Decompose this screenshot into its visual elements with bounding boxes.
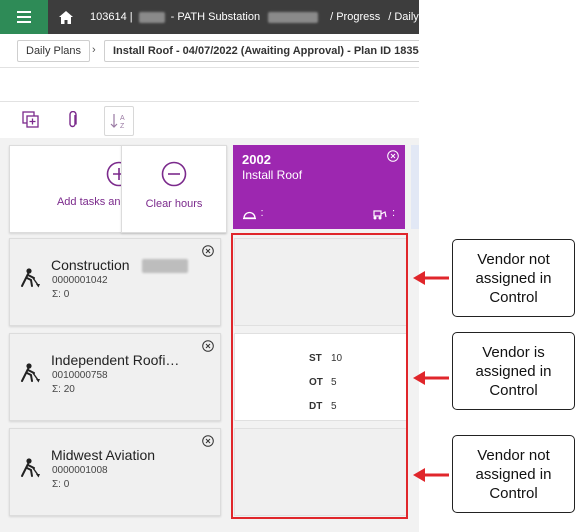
highlight-box xyxy=(231,233,408,519)
annotation-callout: Vendor is assigned in Control xyxy=(452,332,575,410)
remove-task-icon[interactable] xyxy=(387,150,399,162)
remove-vendor-icon[interactable] xyxy=(202,245,214,257)
redacted-text xyxy=(268,11,319,23)
daily-plans-button[interactable]: Daily Plans xyxy=(17,40,91,62)
vendor-id: 0010000758 xyxy=(52,370,108,381)
breadcrumb: 103614 | - PATH Substation / Progress / … xyxy=(90,0,419,34)
plan-header: Daily Plans › Install Roof - 04/07/2022 … xyxy=(0,34,419,68)
remove-vendor-icon[interactable] xyxy=(202,435,214,447)
clear-hours-card[interactable]: Clear hours xyxy=(121,145,227,233)
arrow-left-icon xyxy=(413,468,449,482)
vendor-hours-sum: Σ: 0 xyxy=(52,289,70,300)
vendor-card[interactable]: Independent Roofi… 0010000758 Σ: 20 xyxy=(9,333,221,421)
svg-text:Z: Z xyxy=(120,123,125,130)
hamburger-icon xyxy=(17,11,31,23)
annotation-callout: Vendor not assigned in Control xyxy=(452,239,575,317)
sort-az-icon: A Z xyxy=(110,114,125,130)
plan-title: Install Roof - 04/07/2022 (Awaiting Appr… xyxy=(104,40,419,62)
vendor-name: Construction xyxy=(51,257,130,273)
worker-shovel-icon xyxy=(21,268,40,288)
vendor-card[interactable]: Midwest Aviation 0000001008 Σ: 0 xyxy=(9,428,221,516)
top-bar: 103614 | - PATH Substation / Progress / … xyxy=(0,0,419,34)
task-number: 2002 xyxy=(242,152,271,167)
home-button[interactable] xyxy=(52,0,80,34)
vendor-hours-sum: Σ: 20 xyxy=(52,384,75,395)
copy-button[interactable] xyxy=(17,106,45,134)
sort-button[interactable]: A Z xyxy=(104,106,134,136)
remove-vendor-icon[interactable] xyxy=(202,340,214,352)
redacted-text xyxy=(138,11,165,23)
task-name: Install Roof xyxy=(242,168,303,182)
vendor-name: Midwest Aviation xyxy=(51,447,156,463)
hard-hat-icon xyxy=(243,211,256,220)
vendor-name: Independent Roofi… xyxy=(51,352,180,368)
vendor-card[interactable]: Construction 0000001042 Σ: 0 xyxy=(9,238,221,326)
worker-shovel-icon xyxy=(21,363,40,383)
breadcrumb-project-number[interactable]: 103614 | xyxy=(90,11,133,23)
equipment-indicator: : xyxy=(371,207,395,225)
task-card[interactable]: 2002 Install Roof : : xyxy=(233,145,405,229)
attach-button[interactable] xyxy=(59,106,87,134)
worker-shovel-icon xyxy=(21,458,40,478)
crew-indicator: : xyxy=(243,207,264,225)
clear-hours-label: Clear hours xyxy=(145,198,203,210)
arrow-left-icon xyxy=(413,371,449,385)
home-icon xyxy=(59,10,73,24)
vendor-id: 0000001008 xyxy=(52,465,108,476)
vendor-hours-sum: Σ: 0 xyxy=(52,479,70,490)
redacted-text xyxy=(142,259,188,273)
paperclip-icon xyxy=(69,111,77,128)
copy-add-icon xyxy=(22,111,39,128)
breadcrumb-progress[interactable]: / Progress xyxy=(330,11,380,23)
breadcrumb-project-name[interactable]: - PATH Substation xyxy=(171,11,260,23)
bulldozer-icon xyxy=(373,210,388,220)
arrow-left-icon xyxy=(413,271,449,285)
vendor-id: 0000001042 xyxy=(52,275,108,286)
minus-circle-icon xyxy=(161,161,187,187)
crew-indicator-suffix: : xyxy=(260,207,264,219)
svg-text:A: A xyxy=(120,115,125,122)
app-window: 103614 | - PATH Substation / Progress / … xyxy=(0,0,419,532)
breadcrumb-daily-plan[interactable]: / Daily plan xyxy=(388,11,419,23)
chevron-right-icon: › xyxy=(92,44,96,56)
toolbar: A Z xyxy=(0,101,419,139)
equipment-indicator-suffix: : xyxy=(391,207,395,219)
annotation-callout: Vendor not assigned in Control xyxy=(452,435,575,513)
menu-button[interactable] xyxy=(0,0,48,34)
next-task-card[interactable] xyxy=(411,145,419,229)
